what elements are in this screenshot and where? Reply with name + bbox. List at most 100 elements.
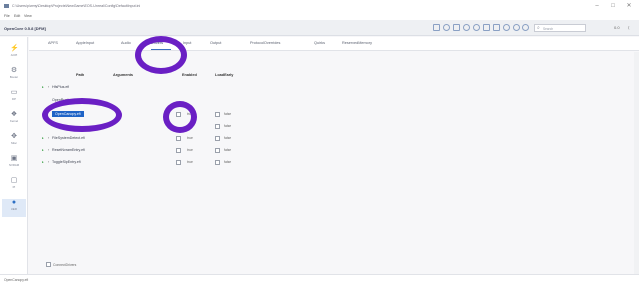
- table-row[interactable]: OpenCanopy.efi true false: [42, 110, 252, 120]
- table-row[interactable]: OpenRuntime.efi: [42, 96, 252, 106]
- nvram-icon: ▣: [10, 155, 18, 162]
- tab-reservedmemory[interactable]: ReservedMemory: [342, 41, 372, 45]
- sidebar-item-uefi[interactable]: ● UEFI: [2, 199, 26, 217]
- enabled-value: true: [187, 112, 193, 116]
- sidebar-item-booter[interactable]: ⚙ Booter: [2, 67, 26, 85]
- enabled-checkbox[interactable]: [176, 112, 181, 117]
- toolbar-readout: 0.0: [614, 25, 620, 30]
- sidebar-item-kernel[interactable]: ❖ Kernel: [2, 111, 26, 129]
- status-arrow-icon: ▸: [42, 148, 44, 152]
- title-bar: C:\Users\p\wmy\Desktop\Projects\NewGame\…: [0, 0, 639, 12]
- export-icon[interactable]: [483, 24, 490, 31]
- status-text: OpenCanopy.efi: [4, 278, 29, 282]
- enabled-checkbox[interactable]: [176, 148, 181, 153]
- tab-appleinput[interactable]: AppleInput: [76, 41, 94, 45]
- table-row[interactable]: ▸ › FileSystemDetect.efi true false: [42, 134, 252, 144]
- toolbar-collapse-button[interactable]: ⟨: [628, 25, 630, 30]
- table-row[interactable]: ▸ › ToggleSipEntry.efi true false: [42, 158, 252, 168]
- check-icon[interactable]: [503, 24, 510, 31]
- tab-apfs[interactable]: APFS: [48, 41, 58, 45]
- undo-icon[interactable]: [513, 24, 520, 31]
- tab-quirks[interactable]: Quirks: [314, 41, 325, 45]
- row-path[interactable]: ResetNvramEntry.efi: [52, 148, 85, 152]
- connect-drivers-label: ConnectDrivers: [53, 263, 77, 267]
- sidebar-item-misc[interactable]: ✥ Misc: [2, 133, 26, 151]
- menu-view[interactable]: View: [24, 14, 32, 18]
- window-title: C:\Users\p\wmy\Desktop\Projects\NewGame\…: [12, 4, 141, 8]
- connect-drivers-checkbox[interactable]: [46, 262, 51, 267]
- table-row[interactable]: ▸ › HfsPlus.efi: [42, 83, 252, 93]
- row-path-selected[interactable]: OpenCanopy.efi: [52, 111, 84, 117]
- loadearly-checkbox[interactable]: [215, 112, 220, 117]
- platform-info-icon: ▢: [10, 177, 18, 184]
- uefi-icon: ●: [11, 199, 17, 206]
- row-expander[interactable]: ›: [48, 160, 49, 164]
- maximize-button[interactable]: □: [606, 2, 620, 11]
- menu-file[interactable]: File: [4, 14, 10, 18]
- enabled-checkbox[interactable]: [176, 136, 181, 141]
- enabled-value: true: [187, 160, 193, 164]
- new-icon[interactable]: [433, 24, 440, 31]
- column-header-path[interactable]: Path: [76, 73, 84, 77]
- search-icon: ⌕: [537, 25, 540, 31]
- tab-input[interactable]: Input: [183, 41, 191, 45]
- column-header-arguments[interactable]: Arguments: [113, 73, 133, 77]
- row-expander[interactable]: ›: [48, 136, 49, 140]
- status-arrow-icon: ▸: [42, 136, 44, 140]
- acpi-icon: ⚡: [10, 45, 19, 52]
- loadearly-value: false: [224, 112, 232, 116]
- enabled-value: true: [187, 148, 193, 152]
- enabled-checkbox[interactable]: [176, 160, 181, 165]
- tab-output[interactable]: Output: [210, 41, 221, 45]
- tab-drivers[interactable]: Drivers: [151, 41, 163, 45]
- save-icon[interactable]: [453, 24, 460, 31]
- loadearly-value: false: [224, 136, 232, 140]
- close-button[interactable]: ✕: [622, 2, 636, 11]
- loadearly-checkbox[interactable]: [215, 148, 220, 153]
- save-as-icon[interactable]: [463, 24, 470, 31]
- loadearly-checkbox[interactable]: [215, 136, 220, 141]
- enabled-value: true: [187, 136, 193, 140]
- upload-icon[interactable]: [493, 24, 500, 31]
- row-path[interactable]: OpenRuntime.efi: [52, 98, 79, 102]
- status-arrow-icon: ▸: [42, 160, 44, 164]
- sidebar: ⚡ ACPI ⚙ Booter ▭ DP ❖ Kernel ✥ Misc ▣ N…: [0, 37, 28, 274]
- status-arrow-icon: ▸: [42, 85, 44, 89]
- row-path[interactable]: HfsPlus.efi: [52, 85, 69, 89]
- document-title: OpenCore 0.5.8 [DFM]: [4, 26, 46, 31]
- table-row[interactable]: ▸ › ResetNvramEntry.efi true false: [42, 146, 252, 156]
- row-path[interactable]: ToggleSipEntry.efi: [52, 160, 81, 164]
- kernel-icon: ❖: [10, 111, 18, 118]
- row-expander[interactable]: ›: [48, 85, 49, 89]
- sidebar-item-dp[interactable]: ▭ DP: [2, 89, 26, 107]
- misc-icon: ✥: [11, 133, 17, 140]
- sidebar-item-nvram[interactable]: ▣ NVRAM: [2, 155, 26, 173]
- sidebar-item-pi[interactable]: ▢ PI: [2, 177, 26, 195]
- loadearly-value: false: [224, 148, 232, 152]
- open-icon[interactable]: [443, 24, 450, 31]
- loadearly-checkbox[interactable]: [215, 160, 220, 165]
- status-bar: OpenCanopy.efi: [0, 274, 639, 284]
- loadearly-value: false: [224, 160, 232, 164]
- column-header-loadearly[interactable]: LoadEarly: [215, 73, 233, 77]
- menu-bar: File Edit View: [0, 12, 639, 20]
- tab-audio[interactable]: Audio: [121, 41, 131, 45]
- loadearly-checkbox[interactable]: [215, 124, 220, 129]
- row-path[interactable]: FileSystemDetect.efi: [52, 136, 85, 140]
- menu-edit[interactable]: Edit: [14, 14, 20, 18]
- column-header-enabled[interactable]: Enabled: [182, 73, 197, 77]
- search-input[interactable]: ⌕ Search: [534, 24, 586, 32]
- booter-icon: ⚙: [10, 67, 18, 74]
- vertical-scrollbar[interactable]: [634, 52, 639, 274]
- tab-protocoloverrides[interactable]: ProtocolOverrides: [250, 41, 280, 45]
- row-expander[interactable]: ›: [48, 148, 49, 152]
- redo-icon[interactable]: [522, 24, 529, 31]
- minimize-button[interactable]: –: [590, 2, 604, 11]
- app-window: C:\Users\p\wmy\Desktop\Projects\NewGame\…: [0, 0, 639, 284]
- table-row[interactable]: false: [42, 122, 252, 132]
- sidebar-item-acpi[interactable]: ⚡ ACPI: [2, 45, 26, 63]
- database-icon[interactable]: [473, 24, 480, 31]
- tab-bar: APFS AppleInput Audio Drivers Input Outp…: [29, 37, 639, 51]
- active-tab-indicator: [151, 49, 171, 50]
- loadearly-value: false: [224, 124, 232, 128]
